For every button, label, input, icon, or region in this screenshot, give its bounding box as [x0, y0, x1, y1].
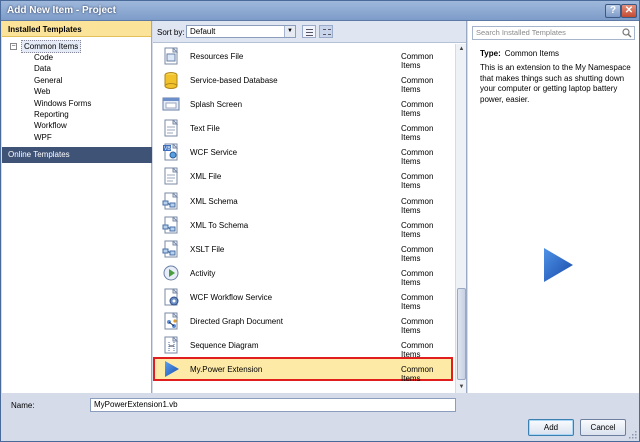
template-list-pane: Sort by: Default ▼ Resources File Common … — [153, 21, 467, 393]
tree-item-workflow[interactable]: Workflow — [10, 120, 151, 131]
window-title: Add New Item - Project — [7, 5, 116, 16]
vertical-scrollbar[interactable]: ▲ ▼ — [455, 44, 466, 393]
template-name: XML Schema — [190, 196, 238, 206]
template-row[interactable]: Service-based Database Common Items — [153, 68, 453, 94]
dropdown-arrow-icon[interactable]: ▼ — [284, 26, 295, 37]
small-icons-view-button[interactable] — [302, 25, 316, 38]
sort-by-value: Default — [190, 27, 216, 36]
tree-item-web[interactable]: Web — [10, 86, 151, 97]
template-row[interactable]: XML To Schema Common Items — [153, 213, 453, 239]
add-button[interactable]: Add — [528, 419, 574, 436]
tree-item-reporting[interactable]: Reporting — [10, 109, 151, 120]
template-row[interactable]: Resources File Common Items — [153, 44, 453, 70]
scrollbar-thumb[interactable] — [457, 288, 466, 380]
help-button[interactable]: ? — [605, 4, 621, 18]
template-name: Resources File — [190, 52, 244, 61]
search-templates-input[interactable]: Search Installed Templates — [472, 26, 635, 40]
details-pane: Search Installed Templates Type: Common I… — [468, 21, 639, 393]
svg-text:VB: VB — [164, 146, 171, 152]
template-name: Text File — [190, 124, 220, 134]
collapse-toggle-icon[interactable]: − — [10, 43, 17, 50]
template-row[interactable]: Splash Screen Common Items — [153, 92, 453, 118]
template-name: Directed Graph Document — [190, 317, 283, 327]
template-row[interactable]: XML Schema Common Items — [153, 189, 453, 215]
name-input-value: MyPowerExtension1.vb — [94, 400, 178, 409]
cancel-button[interactable]: Cancel — [580, 419, 626, 436]
template-name: Service-based Database — [190, 76, 278, 86]
tree-item-common-items[interactable]: − Common Items — [10, 40, 151, 53]
sequence-diagram-icon — [164, 336, 179, 354]
tree-item-windows-forms[interactable]: Windows Forms — [10, 98, 151, 109]
graph-document-icon — [164, 312, 179, 330]
template-row[interactable]: Sequence Diagram Common Items — [153, 333, 453, 359]
template-row-selected[interactable]: My.Power Extension Common Items — [153, 357, 453, 384]
scroll-up-icon[interactable]: ▲ — [456, 44, 467, 55]
resources-file-icon — [164, 47, 179, 65]
template-row[interactable]: VB WCF Service Common Items — [153, 140, 453, 166]
database-icon — [164, 72, 178, 90]
tree-item-general[interactable]: General — [10, 75, 151, 86]
wcf-service-icon: VB — [163, 143, 179, 161]
installed-templates-header[interactable]: Installed Templates — [2, 21, 151, 37]
online-templates-item[interactable]: Online Templates — [2, 147, 152, 163]
template-name: XML To Schema — [190, 220, 249, 230]
dialog-window: Add New Item - Project ? ✕ Installed Tem… — [0, 0, 640, 442]
template-row[interactable]: XML File Common Items — [153, 164, 453, 190]
template-name: XSLT File — [190, 244, 225, 254]
template-name: Splash Screen — [190, 100, 243, 110]
template-row[interactable]: Text File Common Items — [153, 116, 453, 142]
tree-item-code[interactable]: Code — [10, 52, 151, 63]
template-name: WCF Workflow Service — [190, 292, 273, 302]
tree-item-wpf[interactable]: WPF — [10, 132, 151, 143]
template-row[interactable]: XSLT File Common Items — [153, 237, 453, 263]
template-categories-pane: Installed Templates − Common Items Code D… — [2, 21, 152, 393]
template-name: My.Power Extension — [190, 365, 263, 375]
template-name: Sequence Diagram — [190, 341, 259, 351]
template-name: XML File — [190, 172, 222, 182]
medium-icons-view-button[interactable] — [319, 25, 333, 38]
template-row[interactable]: Activity Common Items — [153, 261, 453, 287]
type-line: Type: Common Items — [480, 49, 559, 58]
play-arrow-icon — [165, 361, 179, 378]
activity-icon — [163, 265, 179, 281]
xml-file-icon — [164, 167, 179, 185]
title-bar[interactable]: Add New Item - Project ? ✕ — [1, 1, 639, 21]
search-placeholder: Search Installed Templates — [476, 28, 566, 37]
xslt-file-icon — [162, 240, 179, 258]
template-name: Activity — [190, 268, 216, 278]
template-name: WCF Service — [190, 148, 238, 158]
resize-grip-icon[interactable] — [629, 431, 637, 439]
template-description: This is an extension to the My Namespace… — [480, 63, 631, 104]
template-category: Common Items — [401, 365, 434, 384]
list-toolbar: Sort by: Default ▼ — [153, 21, 466, 43]
type-label: Type: — [480, 49, 501, 58]
template-row[interactable]: WCF Workflow Service Common Items — [153, 285, 453, 311]
tree-item-data[interactable]: Data — [10, 63, 151, 74]
sort-by-dropdown[interactable]: Default ▼ — [186, 25, 296, 38]
wcf-workflow-icon — [164, 288, 179, 306]
template-list: Resources File Common Items Service-based … — [153, 44, 453, 393]
template-row[interactable]: Directed Graph Document Common Items — [153, 309, 453, 335]
close-button[interactable]: ✕ — [621, 4, 637, 18]
play-arrow-icon — [544, 248, 573, 282]
name-label: Name: — [11, 401, 35, 410]
xml-schema-icon — [162, 192, 179, 210]
name-input[interactable]: MyPowerExtension1.vb — [90, 398, 456, 412]
sort-by-label: Sort by: — [157, 28, 185, 37]
category-tree: − Common Items Code Data General Web Windows… — [2, 37, 151, 143]
splash-screen-icon — [162, 97, 180, 111]
text-file-icon — [164, 119, 179, 137]
xml-to-schema-icon — [162, 216, 179, 234]
scroll-down-icon[interactable]: ▼ — [456, 382, 467, 393]
type-value: Common Items — [504, 49, 559, 58]
search-icon[interactable] — [622, 28, 632, 38]
